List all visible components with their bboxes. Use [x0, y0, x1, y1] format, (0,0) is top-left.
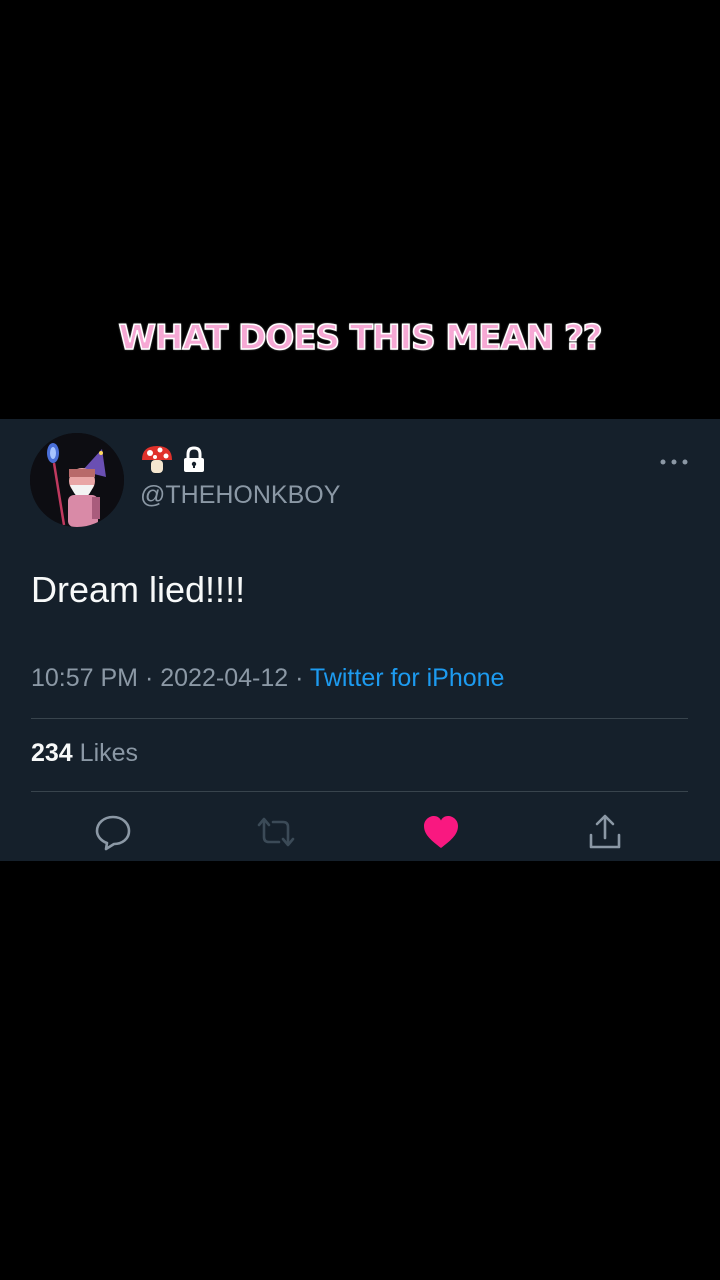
reply-button[interactable]	[91, 811, 135, 853]
tweet-text: Dream lied!!!!	[31, 569, 246, 610]
overlay-caption: WHAT DOES THIS MEAN ??	[118, 317, 604, 359]
likes-stat[interactable]: 234 Likes	[31, 739, 138, 768]
avatar[interactable]	[30, 433, 124, 527]
like-button[interactable]	[419, 811, 463, 853]
reply-icon	[95, 815, 131, 851]
display-name-row[interactable]	[140, 445, 206, 479]
more-options-icon[interactable]	[656, 447, 692, 477]
avatar-image	[30, 433, 124, 527]
share-button[interactable]	[583, 811, 627, 853]
retweet-button[interactable]	[254, 811, 298, 853]
heart-icon	[424, 816, 458, 848]
video-frame: WHAT DOES THIS MEAN ?? @THEHONKBOY Dream…	[0, 0, 720, 1280]
tweet-time[interactable]: 10:57 PM	[31, 664, 138, 692]
divider	[31, 791, 688, 792]
mushroom-icon	[140, 444, 174, 481]
tweet-card: @THEHONKBOY Dream lied!!!! 10:57 PM · 20…	[0, 419, 720, 861]
meta-separator: ·	[295, 664, 304, 692]
tweet-source-link[interactable]: Twitter for iPhone	[310, 664, 505, 692]
divider	[31, 718, 688, 719]
tweet-date[interactable]: 2022-04-12	[160, 664, 288, 692]
likes-count: 234	[31, 739, 73, 767]
lock-icon	[182, 445, 206, 479]
meta-separator: ·	[144, 664, 154, 692]
action-bar	[0, 811, 720, 853]
share-icon	[589, 814, 621, 849]
likes-label: Likes	[79, 739, 139, 767]
retweet-icon	[257, 817, 295, 847]
tweet-meta: 10:57 PM · 2022-04-12 · Twitter for iPho…	[31, 664, 504, 693]
user-handle[interactable]: @THEHONKBOY	[140, 481, 340, 510]
